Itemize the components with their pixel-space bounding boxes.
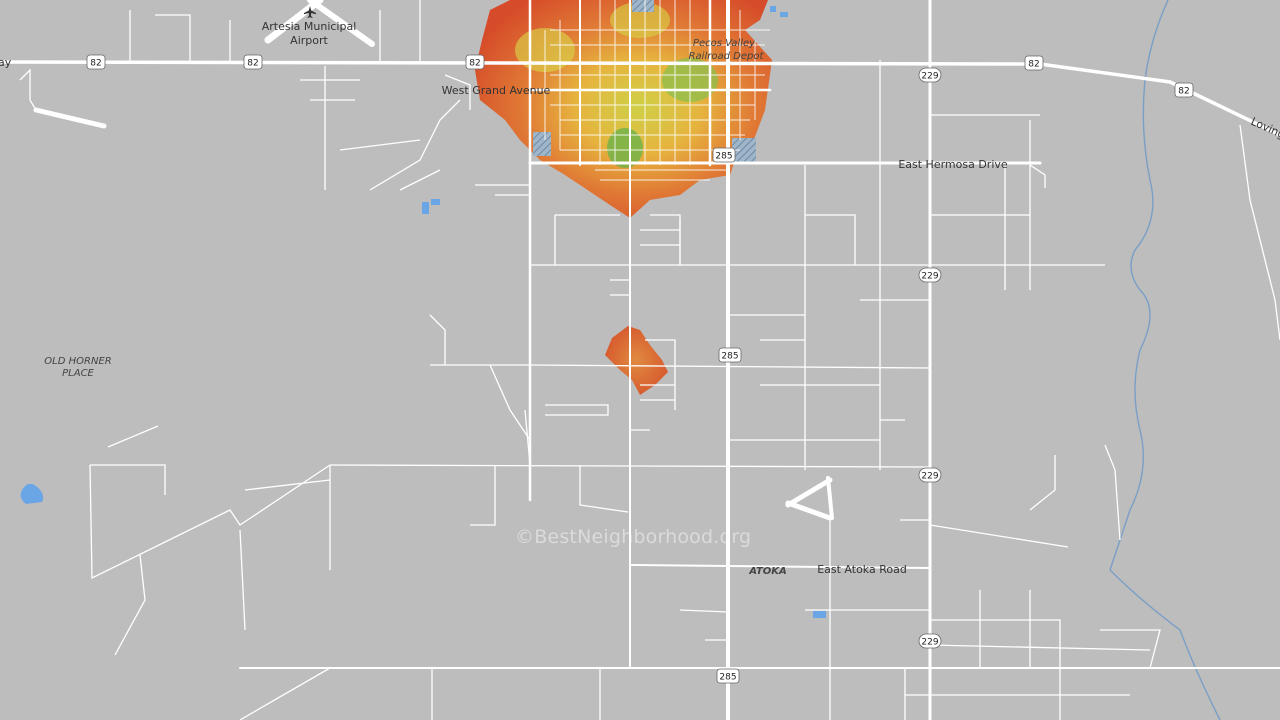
svg-text:82: 82 — [1028, 60, 1039, 70]
loving-label: Loving — [1249, 115, 1280, 142]
svg-text:285: 285 — [715, 152, 732, 162]
us82-shield: 82 — [465, 54, 485, 70]
airport-label-line2: Airport — [290, 34, 328, 47]
svg-text:285: 285 — [721, 352, 738, 362]
us82-shield: 82 — [1174, 82, 1194, 98]
atoka-road-label: East Atoka Road — [817, 563, 907, 576]
west-grand-label: West Grand Avenue — [442, 84, 551, 97]
us82-shield: 82 — [86, 54, 106, 70]
svg-text:82: 82 — [469, 59, 480, 69]
airport-label-line1: Artesia Municipal — [262, 20, 357, 33]
svg-text:229: 229 — [921, 638, 938, 648]
map-canvas[interactable]: 82 82 82 82 82 229 229 229 229 285 285 2… — [0, 0, 1280, 720]
railroad-label-line2: Railroad Depot — [689, 51, 765, 62]
left-edge-road-label: ay — [0, 56, 12, 69]
pecos-river — [1109, 0, 1221, 720]
us82-shield: 82 — [243, 54, 263, 70]
svg-text:229: 229 — [921, 72, 938, 82]
svg-text:285: 285 — [719, 673, 736, 683]
watermark: ©BestNeighborhood.org — [515, 526, 752, 548]
svg-text:82: 82 — [247, 59, 258, 69]
svg-text:229: 229 — [921, 272, 938, 282]
railroad-label-line1: Pecos Valley — [693, 38, 756, 49]
us285-shield: 285 — [716, 668, 740, 684]
horner-label-line2: PLACE — [62, 368, 94, 379]
airstrip-atoka — [785, 476, 834, 521]
nm229-shield: 229 — [918, 633, 942, 649]
svg-text:82: 82 — [1178, 87, 1189, 97]
svg-text:82: 82 — [90, 59, 101, 69]
us285-shield: 285 — [712, 147, 736, 163]
svg-text:229: 229 — [921, 472, 938, 482]
us285-shield: 285 — [718, 347, 742, 363]
nm229-shield: 229 — [918, 67, 942, 83]
us82-shield: 82 — [1024, 55, 1044, 71]
hermosa-label: East Hermosa Drive — [898, 158, 1008, 171]
nm229-shield: 229 — [918, 267, 942, 283]
nm229-shield: 229 — [918, 467, 942, 483]
atoka-label: ATOKA — [748, 566, 787, 577]
horner-label-line1: OLD HORNER — [44, 356, 111, 367]
